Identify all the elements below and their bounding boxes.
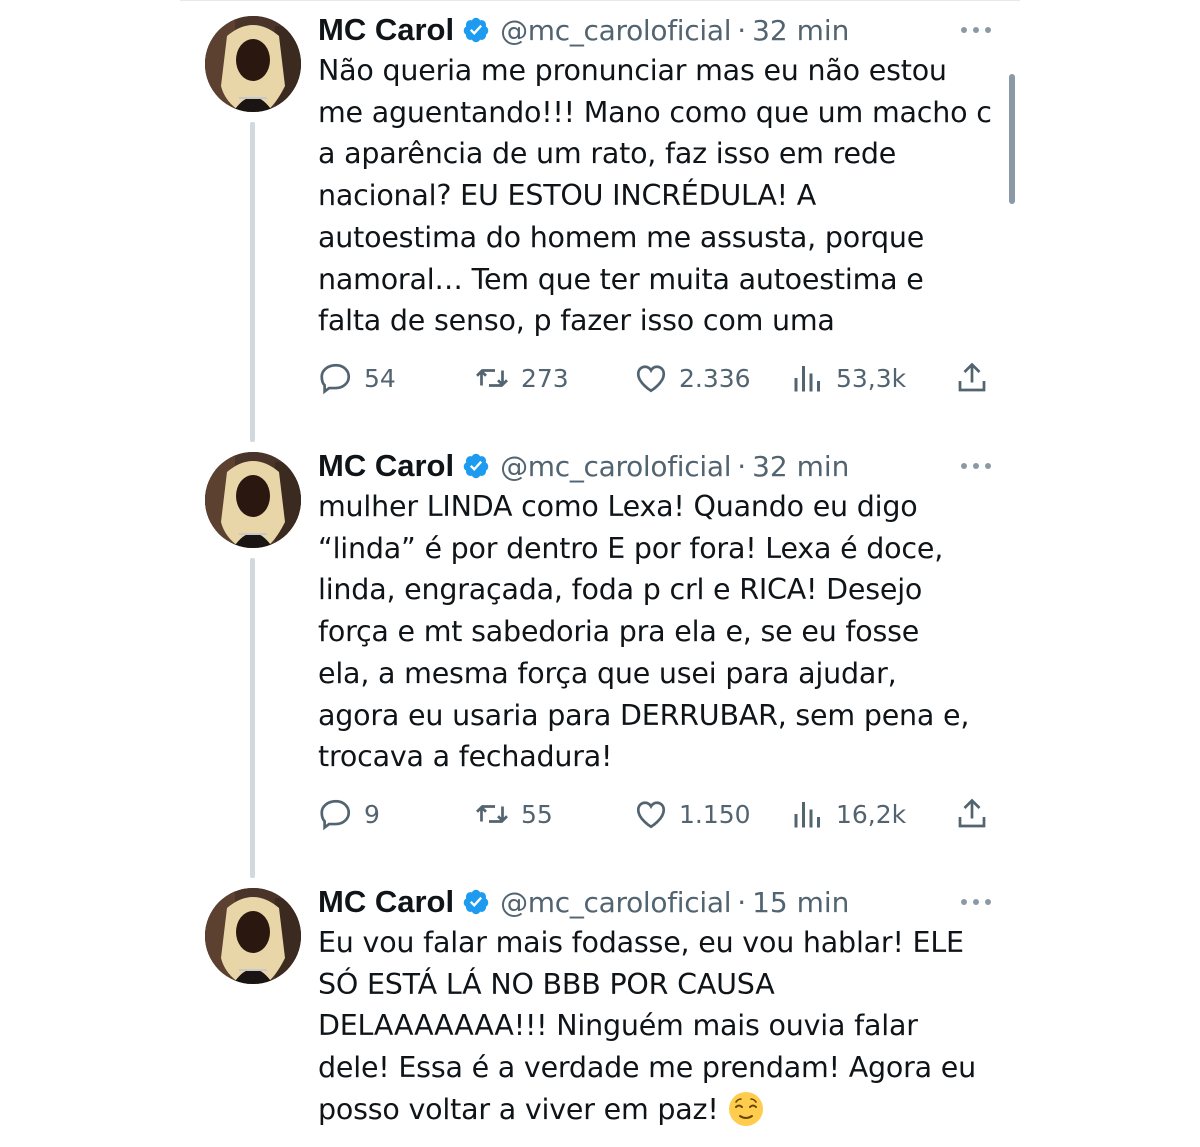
tweet-header: MC Carol @mc_caroloficial · 15 min	[318, 882, 849, 922]
views-count: 16,2k	[836, 799, 907, 829]
author-handle[interactable]: @mc_caroloficial	[500, 14, 731, 47]
retweet-count: 273	[521, 363, 569, 393]
views-icon	[794, 802, 820, 828]
views-count: 53,3k	[836, 363, 907, 393]
verified-badge-icon	[463, 889, 489, 915]
like-count: 2.336	[679, 363, 751, 393]
tweet-actions: 9 55 1.150 16,2k	[318, 794, 1008, 834]
tweet-time[interactable]: 32 min	[752, 450, 849, 483]
verified-badge-icon	[463, 17, 489, 43]
like-count: 1.150	[679, 799, 751, 829]
share-icon	[958, 362, 986, 392]
like-button[interactable]: 1.150	[633, 794, 751, 834]
separator-dot: ·	[737, 885, 747, 919]
views-button[interactable]: 53,3k	[790, 358, 906, 398]
heart-icon	[636, 365, 666, 393]
tweet-text-body: Eu vou falar mais fodasse, eu vou hablar…	[318, 926, 976, 1126]
tweet-time[interactable]: 15 min	[752, 886, 849, 919]
tweet-header: MC Carol @mc_caroloficial · 32 min	[318, 446, 849, 486]
tweet[interactable]: MC Carol @mc_caroloficial · 32 min mulhe…	[0, 436, 1200, 872]
share-button[interactable]	[954, 794, 1000, 834]
tweet-text: mulher LINDA como Lexa! Quando eu digo “…	[318, 490, 970, 774]
tweet-time[interactable]: 32 min	[752, 14, 849, 47]
author-handle[interactable]: @mc_caroloficial	[500, 886, 731, 919]
retweet-icon	[476, 805, 508, 823]
views-button[interactable]: 16,2k	[790, 794, 906, 834]
author-name[interactable]: MC Carol	[318, 448, 454, 484]
more-icon[interactable]	[958, 892, 994, 912]
relieved-face-icon	[729, 1091, 764, 1126]
retweet-button[interactable]: 55	[473, 794, 553, 834]
more-icon[interactable]	[958, 20, 994, 40]
avatar[interactable]	[205, 16, 301, 112]
separator-dot: ·	[737, 13, 747, 47]
tweet[interactable]: MC Carol @mc_caroloficial · 15 min Eu vo…	[0, 872, 1200, 1147]
retweet-icon	[476, 369, 508, 387]
share-icon	[958, 798, 986, 828]
views-icon	[794, 366, 820, 392]
heart-icon	[636, 801, 666, 829]
tweet-text: Não queria me pronunciar mas eu não esto…	[318, 54, 992, 338]
reply-icon	[320, 363, 351, 395]
reply-button[interactable]: 54	[318, 358, 396, 398]
author-name[interactable]: MC Carol	[318, 884, 454, 920]
reply-button[interactable]: 9	[318, 794, 380, 834]
retweet-button[interactable]: 273	[473, 358, 569, 398]
author-name[interactable]: MC Carol	[318, 12, 454, 48]
reply-count: 54	[364, 363, 396, 393]
like-button[interactable]: 2.336	[633, 358, 751, 398]
tweet-header: MC Carol @mc_caroloficial · 32 min	[318, 10, 849, 50]
reply-count: 9	[364, 799, 380, 829]
retweet-count: 55	[521, 799, 553, 829]
share-button[interactable]	[954, 358, 1000, 398]
separator-dot: ·	[737, 449, 747, 483]
avatar[interactable]	[205, 452, 301, 548]
more-icon[interactable]	[958, 456, 994, 476]
tweet-text: Eu vou falar mais fodasse, eu vou hablar…	[318, 922, 1008, 1131]
tweet[interactable]: MC Carol @mc_caroloficial · 32 min Não q…	[0, 0, 1200, 436]
author-handle[interactable]: @mc_caroloficial	[500, 450, 731, 483]
avatar[interactable]	[205, 888, 301, 984]
reply-icon	[320, 799, 351, 831]
verified-badge-icon	[463, 453, 489, 479]
tweet-actions: 54 273 2.336 53,3k	[318, 358, 1008, 398]
